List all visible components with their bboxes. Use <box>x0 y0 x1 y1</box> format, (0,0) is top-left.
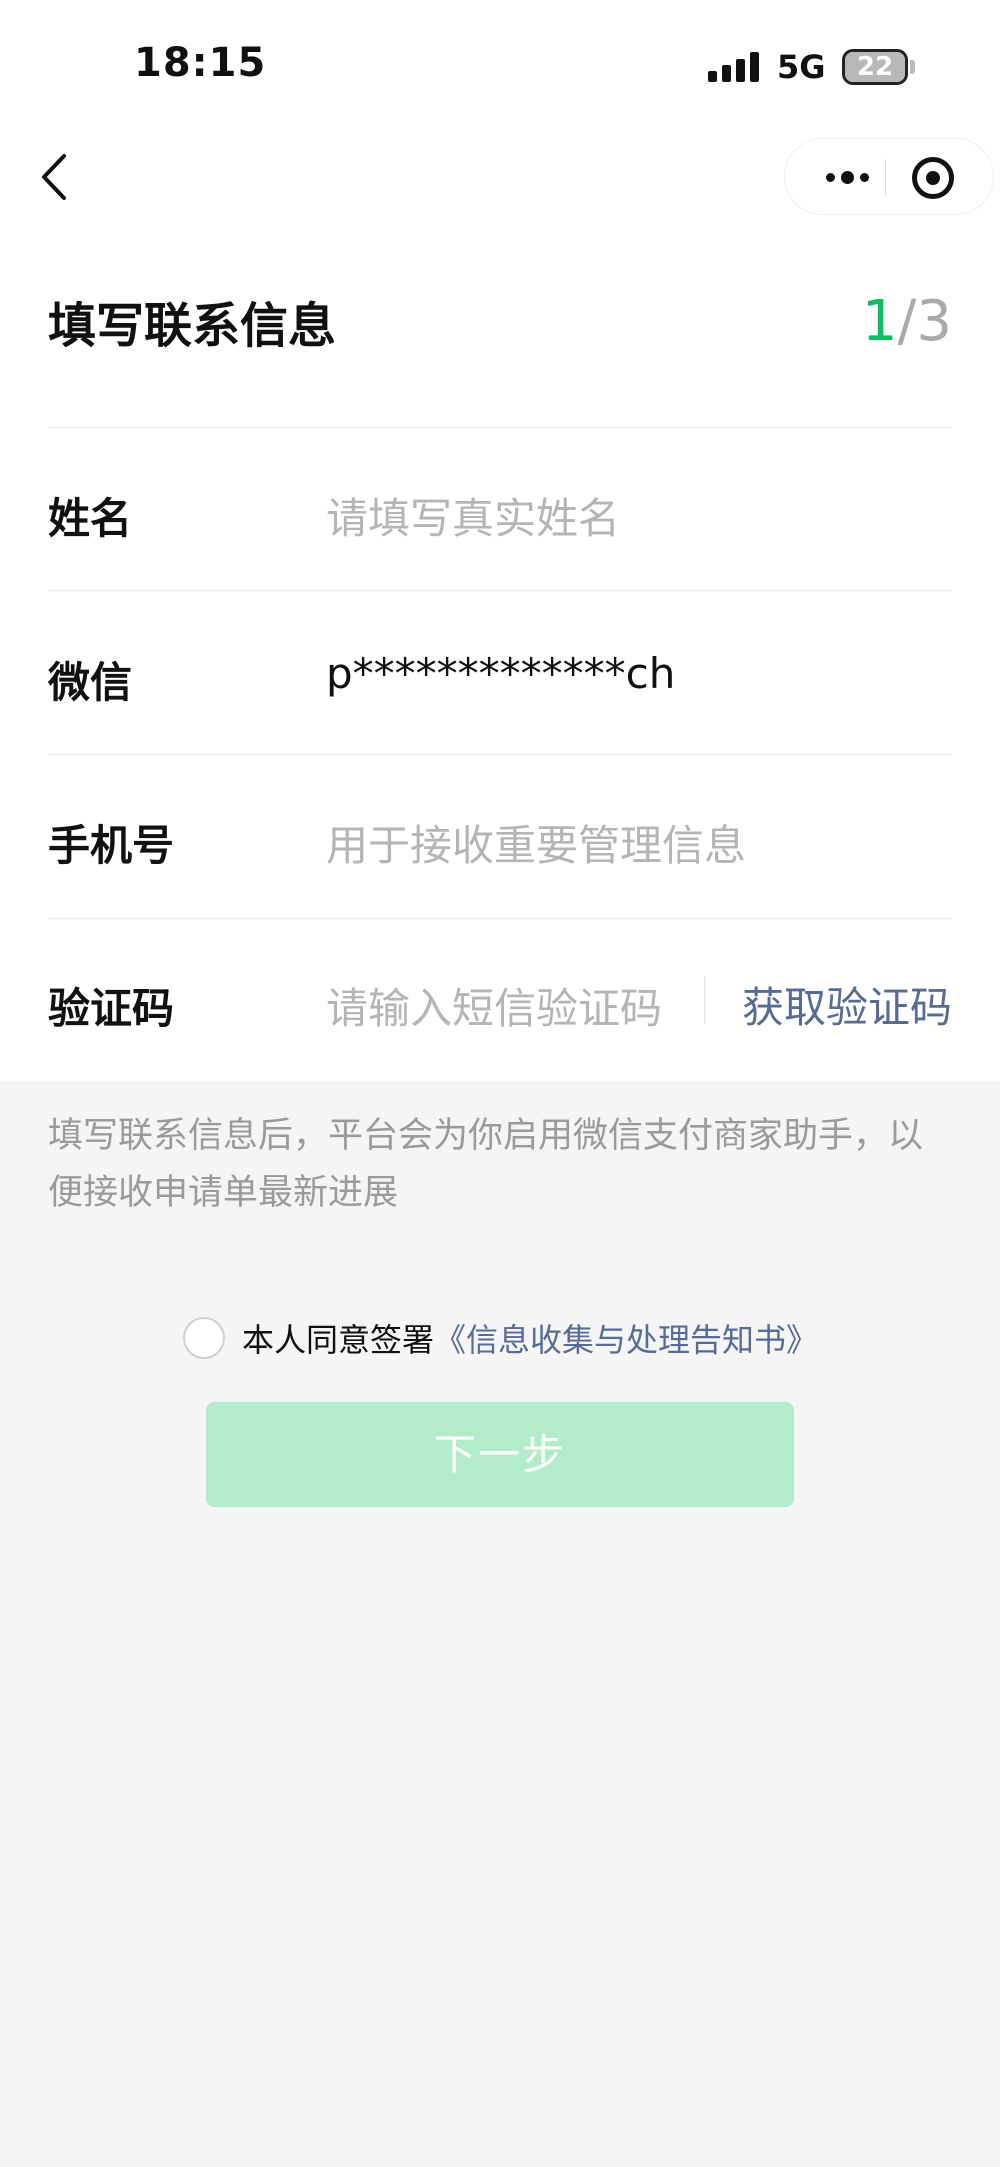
agree-checkbox[interactable] <box>183 1317 225 1359</box>
signal-icon <box>708 52 762 82</box>
page-title: 填写联系信息 <box>48 298 337 354</box>
target-close-icon <box>926 171 940 185</box>
chevron-left-icon <box>42 154 66 200</box>
divider <box>48 918 952 919</box>
step-total: /3 <box>897 289 953 354</box>
code-separator <box>704 976 705 1024</box>
wechat-input[interactable]: p*************ch <box>326 649 926 698</box>
mini-program-capsule <box>784 138 994 215</box>
get-code-button[interactable]: 获取验证码 <box>742 974 952 1035</box>
code-input[interactable]: 请输入短信验证码 <box>326 975 696 1036</box>
agreement-text: 本人同意签署 <box>242 1321 435 1359</box>
code-label: 验证码 <box>48 984 175 1033</box>
step-indicator: 1/3 <box>862 289 952 354</box>
battery-icon: 22 <box>842 49 908 85</box>
phone-input[interactable]: 用于接收重要管理信息 <box>326 812 926 873</box>
divider <box>48 427 952 428</box>
wechat-label: 微信 <box>48 658 133 707</box>
agreement-link[interactable]: 《信息收集与处理告知书》 <box>434 1315 818 1361</box>
capsule-divider <box>885 159 886 196</box>
agreement-row: 本人同意签署 《信息收集与处理告知书》 <box>183 1316 818 1360</box>
step-current: 1 <box>861 289 898 354</box>
next-button[interactable]: 下一步 <box>206 1402 794 1507</box>
phone-label: 手机号 <box>48 821 175 870</box>
name-label: 姓名 <box>48 494 133 543</box>
divider <box>48 590 952 591</box>
more-dots-icon <box>825 173 835 182</box>
name-input[interactable]: 请填写真实姓名 <box>326 485 926 546</box>
battery-tip <box>910 60 915 74</box>
info-note: 填写联系信息后，平台会为你启用微信支付商家助手，以便接收申请单最新进展 <box>48 1116 924 1213</box>
close-mini-program-button[interactable] <box>912 157 954 199</box>
battery-level: 22 <box>845 52 905 82</box>
more-button[interactable] <box>805 139 889 216</box>
back-button[interactable] <box>36 152 76 202</box>
divider <box>48 754 952 755</box>
status-time: 18:15 <box>134 40 267 86</box>
network-type: 5G <box>777 48 826 86</box>
